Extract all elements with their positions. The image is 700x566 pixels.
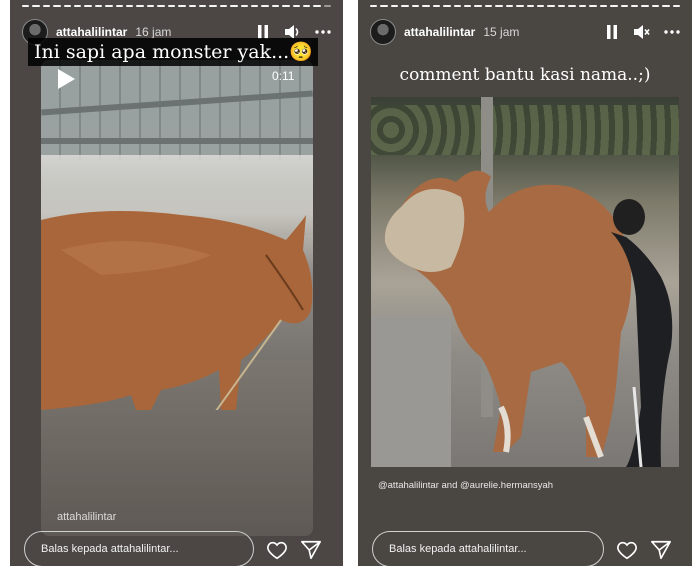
progress-segment xyxy=(401,5,409,7)
mute-icon[interactable] xyxy=(634,24,650,40)
progress-segment xyxy=(651,5,660,7)
progress-segment xyxy=(599,5,608,7)
progress-segment xyxy=(630,5,639,7)
progress-segment xyxy=(53,5,61,7)
story-username[interactable]: attahalilintar xyxy=(404,25,475,39)
story-caption: Ini sapi apa monster yak...🥺 xyxy=(28,38,318,66)
progress-segment xyxy=(610,5,618,7)
story-video[interactable] xyxy=(41,60,313,536)
progress-segment xyxy=(484,5,493,7)
progress-segment xyxy=(42,5,51,7)
progress-segment xyxy=(313,5,321,7)
progress-segment xyxy=(146,5,155,7)
story-panel-right[interactable]: attahalilintar 15 jam comment bantu kasi… xyxy=(358,0,692,566)
play-icon[interactable] xyxy=(56,68,76,95)
progress-segment xyxy=(240,5,248,7)
progress-segment xyxy=(411,5,420,7)
progress-segment xyxy=(526,5,534,7)
foliage xyxy=(371,105,679,155)
progress-segment xyxy=(505,5,514,7)
heart-icon[interactable] xyxy=(266,539,288,561)
bull-image xyxy=(41,211,313,410)
progress-segment xyxy=(641,5,649,7)
progress-segment xyxy=(537,5,545,7)
progress-segment xyxy=(63,5,72,7)
progress-segment xyxy=(474,5,482,7)
progress-segment xyxy=(261,5,269,7)
progress-segment xyxy=(568,5,576,7)
progress-segment xyxy=(516,5,524,7)
progress-segment xyxy=(84,5,92,7)
progress-segment xyxy=(370,5,378,7)
progress-segment xyxy=(672,5,681,7)
progress-segment xyxy=(74,5,82,7)
story-timestamp: 16 jam xyxy=(135,25,172,39)
progress-segment xyxy=(32,5,40,7)
progress-segment xyxy=(380,5,388,7)
story-caption: comment bantu kasi nama..;) xyxy=(399,65,651,85)
progress-segment xyxy=(115,5,124,7)
story-photo[interactable] xyxy=(371,97,679,467)
progress-segment xyxy=(302,5,311,7)
progress-segment xyxy=(323,5,332,7)
progress-segment xyxy=(443,5,451,7)
progress-segment xyxy=(589,5,597,7)
progress-segment xyxy=(282,5,290,7)
progress-segment xyxy=(167,5,176,7)
progress-segment xyxy=(463,5,472,7)
progress-segment xyxy=(22,5,30,7)
progress-segment xyxy=(662,5,670,7)
video-duration: 0:11 xyxy=(272,69,295,83)
more-icon[interactable] xyxy=(664,24,680,40)
send-icon[interactable] xyxy=(650,539,672,561)
progress-segment xyxy=(178,5,186,7)
story-progress-bar xyxy=(22,5,332,7)
progress-segment xyxy=(547,5,555,7)
progress-segment xyxy=(230,5,238,7)
progress-segment xyxy=(157,5,165,7)
progress-segment xyxy=(292,5,300,7)
story-progress-bar xyxy=(370,5,681,7)
heart-icon[interactable] xyxy=(616,539,638,561)
progress-segment xyxy=(250,5,259,7)
roof-beam xyxy=(41,138,313,144)
progress-segment xyxy=(188,5,196,7)
progress-segment xyxy=(390,5,399,7)
progress-segment xyxy=(271,5,280,7)
reply-input[interactable]: Balas kepada attahalilintar... xyxy=(372,531,604,566)
story-header: attahalilintar 15 jam xyxy=(370,18,680,46)
progress-segment xyxy=(620,5,628,7)
progress-segment xyxy=(453,5,461,7)
progress-segment xyxy=(422,5,430,7)
progress-segment xyxy=(495,5,503,7)
send-icon[interactable] xyxy=(300,539,322,561)
watermark-username: attahalilintar xyxy=(57,511,117,523)
progress-segment xyxy=(126,5,134,7)
progress-segment xyxy=(94,5,103,7)
progress-segment xyxy=(136,5,144,7)
progress-segment xyxy=(219,5,228,7)
progress-segment xyxy=(198,5,207,7)
progress-segment xyxy=(578,5,587,7)
mention-tags[interactable]: @attahalilintar and @aurelie.hermansyah xyxy=(378,480,553,491)
story-timestamp: 15 jam xyxy=(483,25,520,39)
progress-segment xyxy=(105,5,113,7)
story-panel-left[interactable]: attahalilintar 16 jam 0:11 attahalilinta… xyxy=(10,0,343,566)
progress-segment xyxy=(557,5,566,7)
pause-icon[interactable] xyxy=(604,24,620,40)
avatar[interactable] xyxy=(370,19,396,45)
reply-input[interactable]: Balas kepada attahalilintar... xyxy=(24,531,254,566)
bull-image xyxy=(384,170,673,467)
story-username[interactable]: attahalilintar xyxy=(56,25,127,39)
progress-segment xyxy=(432,5,441,7)
progress-segment xyxy=(209,5,217,7)
